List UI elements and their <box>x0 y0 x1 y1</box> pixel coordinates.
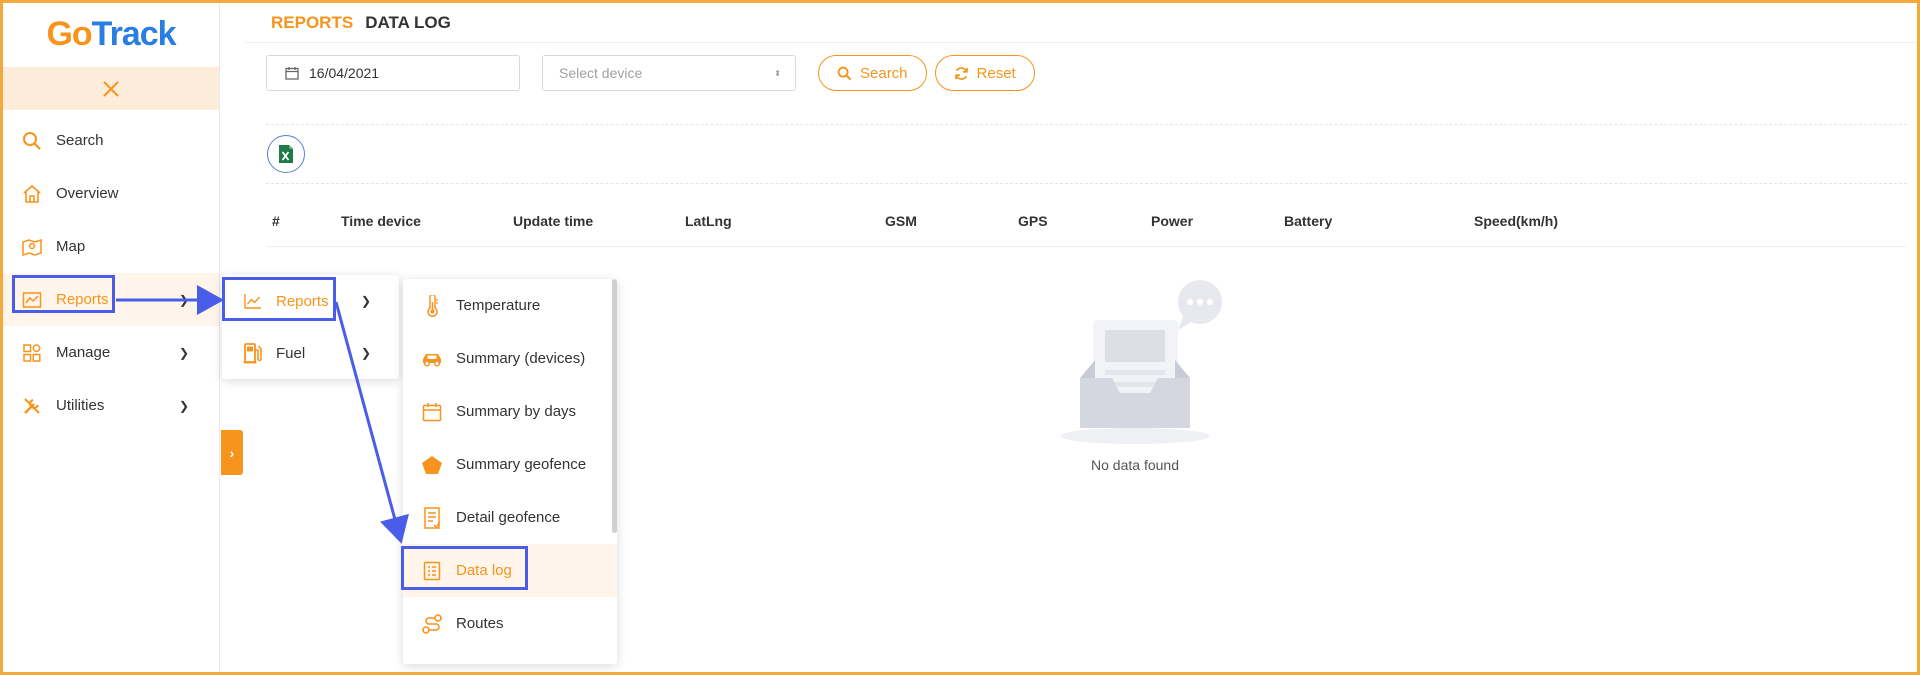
date-value: 16/04/2021 <box>309 65 380 81</box>
sidebar-item-label: Overview <box>56 185 119 202</box>
divider <box>266 124 1907 125</box>
breadcrumb-section[interactable]: REPORTS <box>271 13 353 33</box>
empty-message: No data found <box>1091 457 1179 473</box>
column-header[interactable]: Speed(km/h) <box>1474 213 1558 229</box>
thermometer-icon <box>420 294 444 318</box>
chevron-right-icon: ❯ <box>360 294 371 308</box>
submenu-item-label: Temperature <box>456 297 541 314</box>
sidebar: Go Track Search Overview Map Reports ❯ M… <box>3 3 220 672</box>
submenu-item-data-log[interactable]: Data log <box>403 544 617 597</box>
column-header[interactable]: Battery <box>1284 213 1332 229</box>
sidebar-item-reports[interactable]: Reports ❯ <box>3 273 219 326</box>
column-header[interactable]: LatLng <box>685 213 732 229</box>
submenu-item-temperature[interactable]: Temperature <box>403 279 617 332</box>
search-button[interactable]: Search <box>818 55 927 91</box>
search-button-label: Search <box>860 64 908 82</box>
car-icon <box>420 347 444 371</box>
logo-track: Track <box>91 14 177 53</box>
submenu-item-summary-by-days[interactable]: Summary by days <box>403 385 617 438</box>
pentagon-icon <box>420 453 444 477</box>
column-header[interactable]: GPS <box>1018 213 1048 229</box>
document-icon <box>420 506 444 530</box>
app-logo[interactable]: Go Track <box>3 3 219 65</box>
search-icon <box>837 66 852 80</box>
sidebar-item-manage[interactable]: Manage ❯ <box>3 326 219 379</box>
sidebar-item-label: Reports <box>56 291 109 308</box>
refresh-icon <box>954 66 968 80</box>
reports-submenu: Temperature Summary (devices) Summary by… <box>403 279 617 664</box>
export-excel-button[interactable] <box>267 135 305 173</box>
tools-icon <box>20 394 44 418</box>
flyout-item-label: Reports <box>276 292 329 310</box>
submenu-item-label: Summary by days <box>456 403 577 420</box>
sidebar-item-utilities[interactable]: Utilities ❯ <box>3 379 219 432</box>
column-header[interactable]: GSM <box>885 213 917 229</box>
chevron-right-icon: › <box>229 444 235 461</box>
filter-bar: 16/04/2021 Select device ⬍ Search Reset <box>266 55 1035 91</box>
column-header[interactable]: Update time <box>513 213 593 229</box>
submenu-item-routes[interactable]: Routes <box>403 597 617 650</box>
sidebar-item-label: Map <box>56 238 86 255</box>
reports-flyout-menu: Reports ❯ Fuel ❯ <box>222 275 399 379</box>
flyout-item-label: Fuel <box>276 344 306 362</box>
sidebar-item-label: Search <box>56 132 104 149</box>
page-title: DATA LOG <box>365 12 451 32</box>
submenu-item-label: Detail geofence <box>456 509 561 526</box>
date-picker[interactable]: 16/04/2021 <box>266 55 520 91</box>
calendar-icon <box>420 400 444 424</box>
close-icon <box>103 80 119 97</box>
breadcrumb: REPORTS DATA LOG <box>245 3 1917 43</box>
submenu-item-summary-geofence[interactable]: Summary geofence <box>403 438 617 491</box>
reset-button-label: Reset <box>976 64 1016 82</box>
map-icon <box>20 235 44 259</box>
submenu-item-label: Routes <box>456 615 504 632</box>
device-select-placeholder: Select device <box>559 65 643 81</box>
sidebar-close-button[interactable] <box>3 67 219 110</box>
submenu-item-label: Data log <box>456 562 512 579</box>
sidebar-item-label: Utilities <box>56 397 105 414</box>
sidebar-item-overview[interactable]: Overview <box>3 167 219 220</box>
submenu-item-label: Summary geofence <box>456 456 587 473</box>
chevron-right-icon: ❯ <box>178 398 189 413</box>
expand-sidebar-button[interactable]: › <box>221 430 243 475</box>
divider <box>266 183 1907 184</box>
column-header[interactable]: Power <box>1151 213 1193 229</box>
table-header: # Time device Update time LatLng GSM GPS… <box>266 199 1907 247</box>
empty-state: No data found <box>1010 278 1260 473</box>
reset-button[interactable]: Reset <box>934 55 1035 91</box>
home-icon <box>20 182 44 206</box>
flyout-item-fuel[interactable]: Fuel ❯ <box>222 327 399 379</box>
line-chart-icon <box>242 290 264 312</box>
empty-inbox-illustration <box>1060 280 1222 444</box>
submenu-item-detail-geofence[interactable]: Detail geofence <box>403 491 617 544</box>
column-header[interactable]: Time device <box>341 213 421 229</box>
sidebar-item-label: Manage <box>56 344 111 361</box>
submenu-scrollbar[interactable] <box>612 279 617 533</box>
chevron-right-icon: ❯ <box>360 346 371 360</box>
logo-go: Go <box>46 14 92 53</box>
sidebar-menu: Search Overview Map Reports ❯ Manage ❯ U… <box>3 114 219 432</box>
calendar-icon <box>285 67 299 80</box>
fuel-pump-icon <box>242 342 264 364</box>
device-select[interactable]: Select device ⬍ <box>542 55 796 91</box>
sidebar-item-map[interactable]: Map <box>3 220 219 273</box>
chevron-right-icon: ❯ <box>178 292 189 307</box>
flyout-item-reports[interactable]: Reports ❯ <box>222 275 399 327</box>
list-icon <box>420 559 444 583</box>
search-icon <box>20 129 44 153</box>
submenu-item-summary-devices[interactable]: Summary (devices) <box>403 332 617 385</box>
sidebar-item-search[interactable]: Search <box>3 114 219 167</box>
route-icon <box>420 612 444 636</box>
grid-icon <box>20 341 44 365</box>
column-header[interactable]: # <box>272 213 280 229</box>
submenu-item-label: Summary (devices) <box>456 350 586 367</box>
excel-icon <box>279 145 293 163</box>
chart-icon <box>20 288 44 312</box>
select-arrows-icon: ⬍ <box>774 68 781 78</box>
chevron-right-icon: ❯ <box>178 345 189 360</box>
